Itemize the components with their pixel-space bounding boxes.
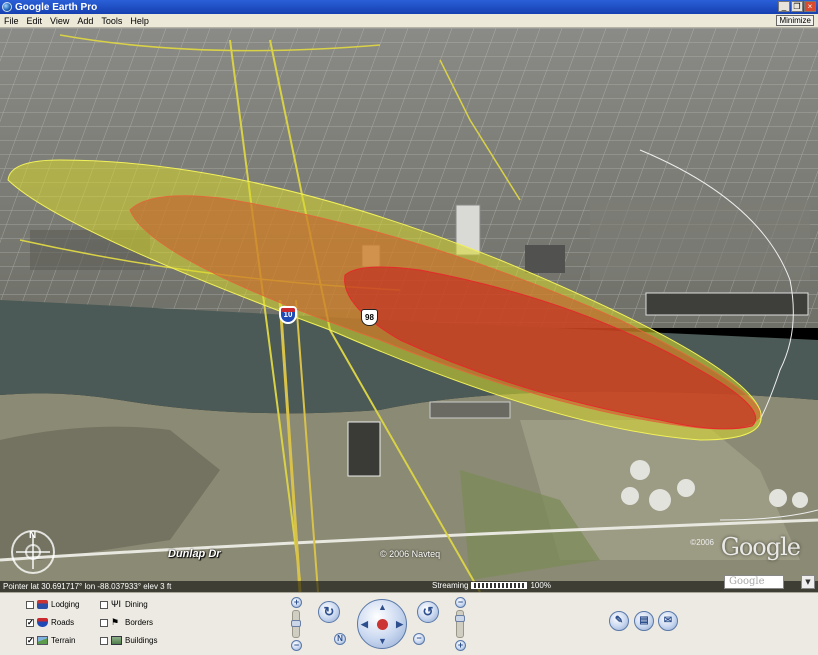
- layer-buildings-checkbox[interactable]: [100, 636, 108, 645]
- layer-roads-checkbox[interactable]: ✓: [26, 618, 34, 627]
- pointer-coordinates: Pointer lat 30.691717° lon -88.037933° e…: [3, 582, 172, 591]
- data-copyright: © 2006 Navteq: [380, 549, 441, 559]
- layer-borders[interactable]: ⚑ Borders: [100, 618, 153, 627]
- mountain-icon: [37, 636, 48, 645]
- layer-buildings-label: Buildings: [125, 636, 158, 645]
- menu-view[interactable]: View: [46, 16, 73, 26]
- layer-borders-checkbox[interactable]: [100, 618, 108, 627]
- aerial-imagery: [0, 28, 818, 592]
- us-route-shield-icon: 98: [361, 309, 378, 326]
- pan-right-icon[interactable]: ▶: [396, 619, 403, 630]
- streaming-percent: 100%: [530, 581, 551, 590]
- window-controls: _ ❐ ×: [778, 1, 816, 12]
- pan-down-icon[interactable]: ▼: [378, 636, 387, 646]
- rotate-right-icon[interactable]: ↺: [417, 601, 439, 623]
- pan-up-icon[interactable]: ▲: [378, 602, 387, 612]
- streaming-indicator: Streaming 100%: [432, 581, 551, 590]
- tilt-down-button[interactable]: −: [291, 640, 302, 651]
- layer-lodging[interactable]: Lodging: [26, 600, 79, 609]
- layer-roads[interactable]: ✓ Roads: [26, 618, 74, 627]
- title-bar: Google Earth Pro _ ❐ ×: [0, 0, 818, 14]
- layer-lodging-label: Lodging: [51, 600, 80, 609]
- layer-dining-label: Dining: [125, 600, 148, 609]
- search-input[interactable]: Google ▼: [724, 575, 815, 589]
- building-icon: [111, 636, 122, 645]
- menu-bar: File Edit View Add Tools Help Minimize: [0, 14, 818, 28]
- imagery-copyright: ©2006: [690, 538, 714, 547]
- minimize-sidebar-button[interactable]: Minimize: [776, 15, 814, 26]
- close-window-button[interactable]: ×: [804, 1, 816, 12]
- bed-icon: [37, 600, 48, 609]
- zoom-slider-thumb[interactable]: [455, 615, 465, 622]
- navigation-pad[interactable]: ▲ ▼ ◀ ▶: [357, 599, 407, 649]
- streaming-label: Streaming: [432, 581, 469, 590]
- zoom-out-small-button[interactable]: −: [413, 633, 425, 645]
- google-logo: Google: [720, 533, 801, 561]
- road-label-dunlap: Dunlap Dr: [168, 548, 221, 560]
- tilt-up-button[interactable]: +: [291, 597, 302, 608]
- flag-icon: ⚑: [111, 617, 120, 627]
- bottom-panel: Lodging ✓ Roads ✓ Terrain ΨΙ Dining ⚑ Bo…: [0, 592, 818, 655]
- layer-terrain-label: Terrain: [51, 636, 76, 645]
- minimize-window-button[interactable]: _: [778, 1, 790, 12]
- streaming-progress-bar: [471, 582, 528, 589]
- status-bar: Pointer lat 30.691717° lon -88.037933° e…: [0, 581, 818, 592]
- search-dropdown-icon[interactable]: ▼: [801, 575, 815, 589]
- email-icon[interactable]: ✉: [658, 611, 678, 631]
- menu-add[interactable]: Add: [73, 16, 97, 26]
- layer-buildings[interactable]: Buildings: [100, 636, 157, 645]
- center-reset-icon[interactable]: [377, 619, 388, 630]
- menu-help[interactable]: Help: [126, 16, 153, 26]
- window-title: Google Earth Pro: [15, 1, 98, 13]
- layer-terrain[interactable]: ✓ Terrain: [26, 636, 75, 645]
- menu-file[interactable]: File: [0, 16, 23, 26]
- dock-building: [347, 421, 381, 477]
- zoom-out-button[interactable]: +: [455, 640, 466, 651]
- rotate-left-icon[interactable]: ↻: [318, 601, 340, 623]
- layer-lodging-checkbox[interactable]: [26, 600, 34, 609]
- interstate-shield-icon: 10: [279, 306, 297, 324]
- search-placeholder: Google: [729, 576, 765, 587]
- tilt-slider-thumb[interactable]: [291, 620, 301, 627]
- layer-terrain-checkbox[interactable]: ✓: [26, 636, 34, 645]
- print-icon[interactable]: ▤: [634, 611, 654, 631]
- layer-dining-checkbox[interactable]: [100, 600, 108, 609]
- zoom-in-button[interactable]: −: [455, 597, 466, 608]
- directions-icon[interactable]: ✎: [609, 611, 629, 631]
- compass-icon[interactable]: N: [11, 530, 55, 574]
- reset-north-icon[interactable]: N: [334, 633, 346, 645]
- google-earth-icon: [2, 2, 12, 12]
- layer-borders-label: Borders: [125, 618, 154, 627]
- map-view[interactable]: 10 98 Dunlap Dr © 2006 Navteq ©2006 Goog…: [0, 28, 818, 592]
- menu-tools[interactable]: Tools: [97, 16, 126, 26]
- restore-window-button[interactable]: ❐: [791, 1, 803, 12]
- warehouse: [645, 292, 809, 316]
- fork-knife-icon: ΨΙ: [111, 599, 122, 609]
- road-shield-icon: [37, 618, 48, 627]
- menu-edit[interactable]: Edit: [23, 16, 47, 26]
- pan-left-icon[interactable]: ◀: [361, 619, 368, 630]
- layer-roads-label: Roads: [51, 618, 75, 627]
- compass-north-label: N: [29, 530, 37, 541]
- layer-dining[interactable]: ΨΙ Dining: [100, 600, 148, 609]
